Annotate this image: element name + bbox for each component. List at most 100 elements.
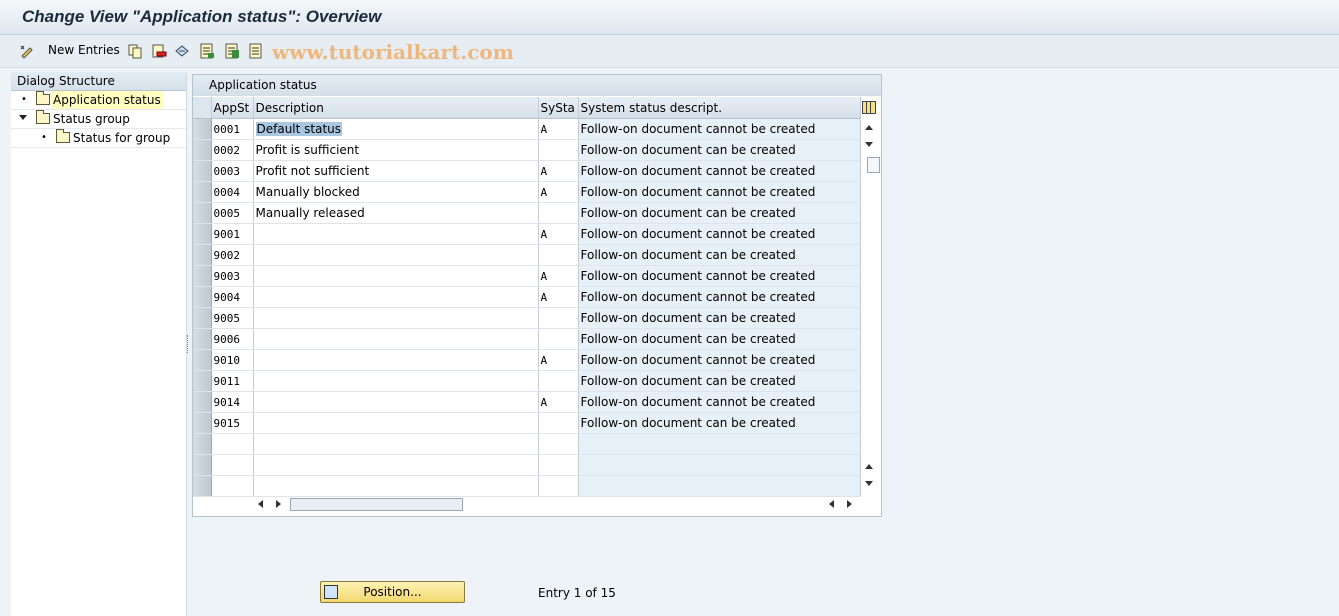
description-input[interactable] — [253, 370, 539, 392]
systa-input[interactable]: A — [538, 391, 579, 413]
tree-item-application-status[interactable]: • Application status — [11, 91, 186, 110]
horizontal-scroll-thumb[interactable] — [290, 498, 463, 511]
row-selector[interactable] — [193, 244, 212, 266]
row-selector[interactable] — [193, 454, 212, 476]
empty-table-row[interactable] — [193, 433, 861, 455]
description-input[interactable]: Profit is sufficient — [253, 139, 539, 161]
row-selector[interactable] — [193, 223, 212, 245]
description-input[interactable]: Default status — [253, 118, 539, 140]
row-selector[interactable] — [193, 433, 212, 455]
description-input[interactable] — [253, 223, 539, 245]
empty-cell[interactable] — [253, 475, 539, 497]
table-row[interactable]: 0005 Manually released Follow-on document … — [193, 202, 861, 224]
delete-icon[interactable] — [151, 43, 167, 59]
empty-cell[interactable] — [211, 454, 254, 476]
row-selector[interactable] — [193, 307, 212, 329]
empty-cell[interactable] — [578, 475, 861, 497]
deselect-all-icon[interactable] — [248, 43, 264, 59]
row-selector[interactable] — [193, 265, 212, 287]
description-input[interactable] — [253, 265, 539, 287]
row-selector[interactable] — [193, 160, 212, 182]
row-selector[interactable] — [193, 475, 212, 497]
table-row[interactable]: 0001 Default status A Follow-on document ca… — [193, 118, 861, 140]
edit-pencil-icon[interactable] — [19, 43, 35, 59]
empty-cell[interactable] — [538, 433, 579, 455]
description-input[interactable] — [253, 286, 539, 308]
systa-input[interactable]: A — [538, 286, 579, 308]
systa-input[interactable]: A — [538, 181, 579, 203]
table-row[interactable]: 0003 Profit not sufficient A Follow-on docu… — [193, 160, 861, 182]
description-input[interactable] — [253, 349, 539, 371]
row-selector[interactable] — [193, 286, 212, 308]
row-selector[interactable] — [193, 181, 212, 203]
scroll-page-down-icon[interactable] — [865, 481, 873, 486]
table-row[interactable]: 0004 Manually blocked A Follow-on document … — [193, 181, 861, 203]
scroll-page-up-icon[interactable] — [865, 464, 873, 469]
copy-icon[interactable] — [127, 43, 143, 59]
table-row[interactable]: 9002 Follow-on document can be created — [193, 244, 861, 266]
row-selector[interactable] — [193, 370, 212, 392]
description-input[interactable] — [253, 391, 539, 413]
scroll-far-left-icon[interactable] — [829, 500, 834, 508]
row-selector[interactable] — [193, 118, 212, 140]
systa-input[interactable]: A — [538, 349, 579, 371]
table-row[interactable]: 9006 Follow-on document can be created — [193, 328, 861, 350]
description-input[interactable] — [253, 328, 539, 350]
column-header-appst[interactable]: AppSt — [211, 97, 254, 119]
empty-cell[interactable] — [253, 454, 539, 476]
splitter-handle[interactable] — [187, 335, 190, 353]
tree-item-status-for-group[interactable]: • Status for group — [11, 129, 186, 148]
row-selector[interactable] — [193, 202, 212, 224]
expand-arrow-icon[interactable] — [19, 115, 27, 120]
table-row[interactable]: 9003 A Follow-on document cannot be create… — [193, 265, 861, 287]
table-row[interactable]: 9010 A Follow-on document cannot be create… — [193, 349, 861, 371]
select-all-rows[interactable] — [193, 97, 212, 119]
description-input[interactable]: Manually blocked — [253, 181, 539, 203]
empty-cell[interactable] — [578, 454, 861, 476]
table-row[interactable]: 9015 Follow-on document can be created — [193, 412, 861, 434]
tree-item-status-group[interactable]: Status group — [11, 110, 186, 129]
row-selector[interactable] — [193, 349, 212, 371]
row-selector[interactable] — [193, 412, 212, 434]
row-selector[interactable] — [193, 139, 212, 161]
row-selector[interactable] — [193, 328, 212, 350]
description-input[interactable] — [253, 244, 539, 266]
table-row[interactable]: 9004 A Follow-on document cannot be create… — [193, 286, 861, 308]
column-header-description[interactable]: Description — [253, 97, 539, 119]
systa-input[interactable] — [538, 202, 579, 224]
undo-icon[interactable] — [174, 43, 190, 59]
column-header-system-status-descript[interactable]: System status descript. — [578, 97, 861, 119]
scroll-right-icon[interactable] — [276, 500, 281, 508]
systa-input[interactable] — [538, 139, 579, 161]
scroll-left-icon[interactable] — [258, 500, 263, 508]
select-block-icon[interactable] — [224, 43, 240, 59]
empty-table-row[interactable] — [193, 475, 861, 497]
empty-cell[interactable] — [578, 433, 861, 455]
table-row[interactable]: 9014 A Follow-on document cannot be create… — [193, 391, 861, 413]
empty-cell[interactable] — [538, 475, 579, 497]
position-button[interactable]: Position... — [320, 581, 465, 603]
table-row[interactable]: 9001 A Follow-on document cannot be create… — [193, 223, 861, 245]
empty-cell[interactable] — [211, 433, 254, 455]
column-header-systa[interactable]: SySta — [538, 97, 579, 119]
description-input[interactable] — [253, 307, 539, 329]
table-settings-icon[interactable] — [862, 101, 876, 114]
description-input[interactable] — [253, 412, 539, 434]
new-entries-button[interactable]: New Entries — [48, 43, 120, 57]
select-all-icon[interactable] — [199, 43, 215, 59]
systa-input[interactable]: A — [538, 118, 579, 140]
row-selector[interactable] — [193, 391, 212, 413]
vertical-scroll-thumb[interactable] — [867, 157, 880, 173]
description-input[interactable]: Manually released — [253, 202, 539, 224]
systa-input[interactable] — [538, 307, 579, 329]
systa-input[interactable]: A — [538, 160, 579, 182]
scroll-down-icon[interactable] — [865, 142, 873, 147]
empty-table-row[interactable] — [193, 454, 861, 476]
table-row[interactable]: 9005 Follow-on document can be created — [193, 307, 861, 329]
systa-input[interactable] — [538, 412, 579, 434]
table-row[interactable]: 0002 Profit is sufficient Follow-on docume… — [193, 139, 861, 161]
systa-input[interactable] — [538, 244, 579, 266]
empty-cell[interactable] — [211, 475, 254, 497]
systa-input[interactable] — [538, 328, 579, 350]
empty-cell[interactable] — [538, 454, 579, 476]
